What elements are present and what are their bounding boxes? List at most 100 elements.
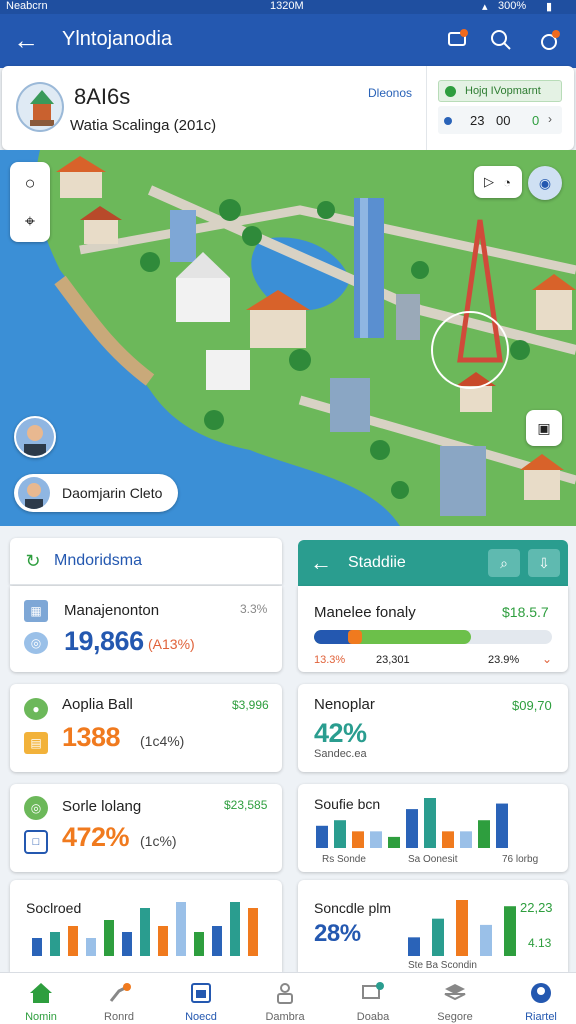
- play-icon: ▷: [484, 174, 494, 189]
- status-bar: Neabcrn 1320M ▴ 300% ▮: [0, 0, 576, 14]
- stat-value-2: 00: [496, 113, 511, 128]
- chart-bar: [212, 926, 222, 956]
- metric-title: Manajenonton: [64, 602, 160, 619]
- profile-icon: [531, 983, 551, 1003]
- metric-change: (1c4%): [140, 733, 185, 749]
- chart-bar: [158, 926, 168, 956]
- status-dot-icon: [445, 86, 456, 97]
- stat-row: 23 00 0 ›: [438, 106, 562, 134]
- chat-icon[interactable]: [446, 28, 470, 52]
- metric-change: (A13%): [148, 636, 195, 652]
- layers-icon: ◔: [503, 174, 511, 190]
- nav-item-board[interactable]: Noecd: [160, 973, 242, 1024]
- overview-title: Mndoridsma: [54, 552, 143, 569]
- bar-chart: [32, 902, 258, 956]
- nav-item-people[interactable]: Dambra: [244, 973, 326, 1024]
- metric-card-2[interactable]: ● ▤ Aoplia Ball $3,996 1388 (1c4%): [10, 684, 282, 772]
- progress-fill: [314, 630, 472, 644]
- route-icon: [109, 983, 131, 1002]
- progress-card[interactable]: Manelee fonaly $18.5.7 13.3% 23,301 23.9…: [298, 586, 568, 672]
- target-icon: ◎: [24, 796, 48, 820]
- divider: [426, 66, 427, 150]
- chart-bar: [406, 809, 418, 848]
- nav-label: Segore: [437, 1011, 473, 1023]
- user-avatar: [18, 477, 50, 509]
- nav-item-route[interactable]: Ronrd: [78, 973, 160, 1024]
- recenter-icon[interactable]: ⌖: [18, 209, 42, 233]
- chart-bar: [408, 937, 420, 956]
- metric-card-1[interactable]: ▦ ◎ Manajenonton 3.3% 19,866 (A13%): [10, 586, 282, 672]
- details-link[interactable]: Dleonos: [368, 86, 412, 100]
- compass-button[interactable]: ◉: [528, 166, 562, 200]
- chart-bar: [456, 900, 468, 956]
- people-icon: [277, 983, 293, 1004]
- user-chip[interactable]: Daomjarin Cleto: [14, 474, 178, 512]
- chart-bar: [140, 908, 150, 956]
- chart-bar: [176, 902, 186, 956]
- building-icon: ▦: [24, 600, 48, 622]
- search-icon[interactable]: [489, 28, 513, 52]
- chart-bar: [86, 938, 96, 956]
- metric-small: $23,585: [224, 798, 268, 812]
- app-bar: ← Ylntojanodia: [0, 14, 576, 68]
- nav-item-home[interactable]: Nomin: [0, 973, 82, 1024]
- chevron-down-icon[interactable]: ⌄: [542, 652, 552, 666]
- stats-title: Staddiie: [348, 554, 406, 571]
- location-name: 8AI6s: [74, 84, 131, 109]
- compass-icon: ◉: [538, 174, 552, 191]
- metric-card-3[interactable]: ◎ □ Sorle lolang $23,585 472% (1c%): [10, 784, 282, 872]
- chart-bar: [480, 924, 492, 956]
- chart-bar: [442, 831, 454, 848]
- chart-bar: [504, 906, 516, 956]
- nav-label: Doaba: [356, 1011, 390, 1023]
- stats-header: ← Staddiie ⌕ ⇩: [298, 540, 568, 586]
- map-view-toggle[interactable]: ▷ ◔: [474, 166, 522, 198]
- chart-card-2[interactable]: Soufie bcn Rs Sonde Sa Oonesit 76 lorbg: [298, 784, 568, 872]
- chart-bar: [352, 831, 364, 848]
- nav-item-profile[interactable]: Riartel: [500, 973, 576, 1024]
- metric-value: 19,866: [64, 626, 144, 656]
- document-icon: □: [24, 830, 48, 854]
- metric-title: Aoplia Ball: [62, 696, 133, 713]
- chevron-right-icon[interactable]: ›: [548, 112, 552, 126]
- settings-icon[interactable]: [536, 28, 562, 54]
- metric-small: 3.3%: [240, 602, 268, 616]
- export-icon[interactable]: ⇩: [528, 549, 560, 577]
- chart-card-3[interactable]: Soncdle plm 22,23 28% 4.13 Ste Ba Scondi…: [298, 880, 568, 972]
- metric-value: 472%: [62, 822, 130, 852]
- overview-header: ↻ Mndoridsma: [10, 538, 282, 584]
- progress-label-1: 13.3%: [314, 654, 346, 666]
- carrier: Neabcrn: [6, 0, 48, 12]
- wifi-icon: ▴: [482, 1, 488, 13]
- ball-icon: ●: [24, 698, 48, 720]
- location-pin-icon[interactable]: ○: [18, 171, 42, 195]
- status-badge[interactable]: Hojq IVopmarnt: [438, 80, 562, 102]
- progress-title: Manelee fonaly: [314, 604, 416, 621]
- avatar[interactable]: [14, 416, 56, 458]
- metric-small: $3,996: [232, 698, 269, 712]
- coin-icon: ▤: [24, 732, 48, 754]
- back-arrow-icon[interactable]: ←: [308, 550, 334, 576]
- refresh-icon[interactable]: ↻: [22, 550, 44, 572]
- metric-value: 1388: [62, 722, 121, 752]
- percent-small: $09,70: [512, 698, 552, 713]
- chart-bar: [496, 803, 508, 848]
- nav-item-data[interactable]: Doaba: [332, 973, 414, 1024]
- progress-small: $18.5.7: [502, 604, 549, 620]
- city-map[interactable]: ○ ⌖ ▷ ◔ ◉ ▣ Daomjarin Cleto: [0, 150, 576, 526]
- percent-card[interactable]: Nenoplar $09,70 42% Sandec.ea: [298, 684, 568, 772]
- chart-bar: [478, 820, 490, 848]
- bar-chart: [408, 900, 516, 956]
- search-icon[interactable]: ⌕: [488, 549, 520, 577]
- back-arrow-icon[interactable]: ←: [12, 25, 40, 55]
- chart-card-1[interactable]: Soclroed: [10, 880, 282, 972]
- battery-icon: ▮: [546, 1, 553, 13]
- clock: 1320M: [270, 0, 304, 12]
- nav-item-stack[interactable]: Segore: [414, 973, 496, 1024]
- user-chip-label: Daomjarin Cleto: [62, 485, 163, 501]
- scan-button[interactable]: ▣: [526, 410, 562, 446]
- chart-bar: [460, 831, 472, 848]
- location-card: 8AI6s Watia Scalinga (201c) Dleonos Hojq…: [2, 66, 574, 150]
- stat-value-3: 0: [532, 113, 540, 128]
- landmark-icon: [16, 82, 64, 132]
